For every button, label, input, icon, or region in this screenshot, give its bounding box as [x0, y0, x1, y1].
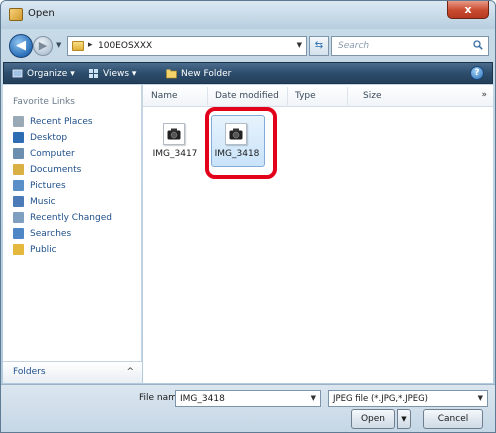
- nav-item-music[interactable]: Music: [13, 195, 56, 209]
- file-item-img-3417[interactable]: IMG_3417: [147, 115, 203, 171]
- recent-pages-dropdown[interactable]: ▼: [56, 41, 61, 49]
- file-name-field[interactable]: IMG_3418 ▼: [175, 390, 321, 407]
- nav-item-pictures[interactable]: Pictures: [13, 179, 66, 193]
- column-divider[interactable]: [347, 87, 348, 105]
- nav-item-label: Recent Places: [30, 117, 93, 127]
- address-field[interactable]: ▸ 100EOSXXX ▼: [67, 36, 307, 56]
- chevron-down-icon[interactable]: ▼: [311, 394, 316, 402]
- search-input[interactable]: Search: [331, 36, 489, 56]
- search-placeholder: Search: [338, 41, 370, 51]
- nav-item-searches[interactable]: Searches: [13, 227, 71, 241]
- nav-item-recent-places[interactable]: Recent Places: [13, 115, 93, 129]
- forward-arrow-icon: ▶: [38, 39, 48, 52]
- file-name: IMG_3418: [214, 149, 260, 159]
- nav-item-label: Public: [30, 245, 57, 255]
- dialog-title: Open: [28, 8, 55, 19]
- file-type-select[interactable]: JPEG file (*.JPG,*.JPEG) ▼: [328, 390, 488, 407]
- column-name[interactable]: Name: [151, 91, 178, 101]
- command-toolbar: Organize ▾ Views ▾ New Folder ?: [3, 62, 493, 84]
- breadcrumb-separator: ▸: [88, 40, 93, 50]
- music-icon: [13, 196, 24, 207]
- nav-item-label: Desktop: [30, 133, 68, 143]
- open-button[interactable]: Open: [351, 409, 395, 429]
- folders-label: Folders: [13, 367, 46, 377]
- dialog-icon: [9, 8, 23, 21]
- cancel-button[interactable]: Cancel: [423, 409, 483, 429]
- chevron-down-icon: ▾: [131, 69, 137, 79]
- nav-item-label: Pictures: [30, 181, 66, 191]
- file-list: Name Date modified Type Size » IMG_3417: [143, 85, 493, 383]
- address-bar: ◀ ▶ ▼ ▸ 100EOSXXX ▼ ⇆ Search: [1, 31, 495, 61]
- chevron-down-icon: ▾: [70, 69, 75, 79]
- help-icon[interactable]: ?: [470, 66, 484, 80]
- pictures-icon: [13, 180, 24, 191]
- camera-icon: [229, 128, 243, 140]
- column-divider[interactable]: [207, 87, 208, 105]
- new-folder-label: New Folder: [181, 69, 232, 79]
- chevron-up-icon: ^: [126, 367, 134, 377]
- column-date-modified[interactable]: Date modified: [215, 91, 279, 101]
- nav-item-label: Recently Changed: [30, 213, 112, 223]
- address-dropdown-icon[interactable]: ▼: [297, 41, 302, 49]
- column-type[interactable]: Type: [295, 91, 316, 101]
- nav-item-computer[interactable]: Computer: [13, 147, 75, 161]
- breadcrumb-current-folder[interactable]: 100EOSXXX: [98, 41, 152, 51]
- public-folder-icon: [13, 244, 24, 255]
- title-bar: Open x: [1, 1, 495, 29]
- refresh-button[interactable]: ⇆: [309, 36, 329, 56]
- file-name: IMG_3417: [152, 149, 198, 159]
- open-options-dropdown[interactable]: ▼: [397, 409, 411, 429]
- nav-item-label: Searches: [30, 229, 72, 239]
- search-icon[interactable]: [473, 40, 483, 50]
- nav-item-public[interactable]: Public: [13, 243, 57, 257]
- file-item-img-3418[interactable]: IMG_3418: [209, 115, 265, 171]
- nav-item-label: Music: [30, 197, 56, 207]
- more-columns-icon[interactable]: »: [481, 90, 487, 100]
- organize-button[interactable]: Organize ▾: [12, 67, 75, 81]
- open-dialog: Open x ◀ ▶ ▼ ▸ 100EOSXXX ▼ ⇆ Search Orga…: [0, 0, 496, 433]
- back-button[interactable]: ◀: [9, 34, 33, 58]
- new-folder-icon: [166, 69, 177, 79]
- nav-item-documents[interactable]: Documents: [13, 163, 81, 177]
- searches-icon: [13, 228, 24, 239]
- views-icon: [89, 69, 98, 78]
- views-button[interactable]: Views ▾: [88, 67, 136, 81]
- column-divider[interactable]: [287, 87, 288, 105]
- recently-changed-icon: [13, 212, 24, 223]
- file-thumbnail: [225, 123, 247, 145]
- views-label: Views: [103, 69, 130, 79]
- recent-places-icon: [13, 116, 24, 127]
- file-type-value: JPEG file (*.JPG,*.JPEG): [333, 394, 428, 404]
- forward-button[interactable]: ▶: [33, 36, 53, 56]
- back-arrow-icon: ◀: [16, 38, 26, 53]
- favorite-links-heading: Favorite Links: [13, 97, 75, 107]
- close-icon: x: [464, 3, 472, 16]
- computer-icon: [13, 148, 24, 159]
- camera-icon: [167, 128, 181, 140]
- nav-item-desktop[interactable]: Desktop: [13, 131, 67, 145]
- file-thumbnail: [163, 123, 185, 145]
- desktop-icon: [13, 132, 24, 143]
- nav-item-label: Documents: [30, 165, 82, 175]
- nav-item-recently-changed[interactable]: Recently Changed: [13, 211, 112, 225]
- chevron-down-icon: ▼: [401, 415, 407, 423]
- organize-icon: [12, 69, 23, 78]
- documents-icon: [13, 164, 24, 175]
- chevron-down-icon[interactable]: ▼: [478, 394, 483, 402]
- navigation-pane: Favorite Links Recent Places Desktop Compu…: [3, 85, 142, 383]
- organize-label: Organize: [27, 69, 68, 79]
- nav-item-label: Computer: [30, 149, 75, 159]
- refresh-icon: ⇆: [314, 40, 324, 51]
- file-name-value: IMG_3418: [180, 394, 225, 404]
- folders-toggle[interactable]: Folders ^: [3, 361, 142, 383]
- close-button[interactable]: x: [447, 1, 489, 19]
- column-header-row: Name Date modified Type Size »: [143, 85, 493, 107]
- file-selection-bar: File name: IMG_3418 ▼ JPEG file (*.JPG,*…: [1, 384, 495, 432]
- folder-icon: [72, 41, 84, 51]
- new-folder-button[interactable]: New Folder: [166, 67, 231, 81]
- column-size[interactable]: Size: [363, 91, 381, 101]
